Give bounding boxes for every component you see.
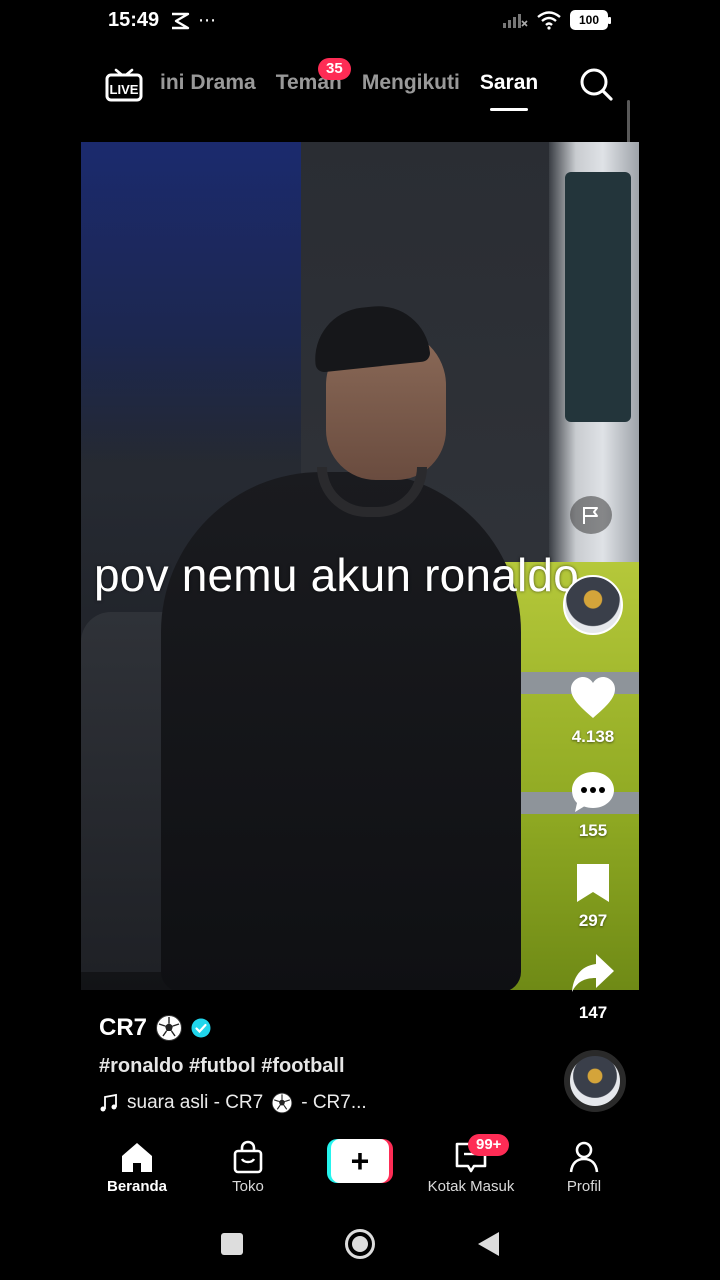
square-icon: [221, 1233, 243, 1255]
like-button[interactable]: 4.138: [560, 676, 626, 747]
teman-badge: 35: [318, 58, 351, 80]
notification-icon: [172, 12, 190, 29]
video-bg-light: [81, 142, 301, 462]
status-time: 15:49: [108, 9, 160, 31]
tab-mengikuti[interactable]: Mengikuti: [362, 71, 460, 95]
nav-home[interactable]: Beranda: [82, 1130, 192, 1195]
status-left-icons: ⋯: [170, 10, 216, 31]
favorite-count: 297: [578, 911, 608, 930]
plus-icon: +: [331, 1139, 389, 1183]
video-overlay-text: pov nemu akun ronaldo: [94, 549, 579, 601]
heart-icon: [571, 677, 615, 718]
author-row: CR7: [99, 1014, 211, 1042]
battery-icon: 100: [570, 10, 611, 30]
nav-inbox-label: Kotak Masuk: [427, 1178, 515, 1195]
profile-icon: [569, 1141, 599, 1173]
circle-home-icon: [345, 1229, 375, 1259]
system-nav-bar: [0, 1210, 720, 1280]
author-name[interactable]: CR7: [99, 1014, 147, 1042]
create-button[interactable]: +: [327, 1139, 393, 1183]
more-notifications-icon: ⋯: [198, 10, 216, 30]
nav-shop[interactable]: Toko: [193, 1130, 303, 1195]
share-button[interactable]: 147: [560, 952, 626, 1023]
status-bar: 15:49 ⋯ 100: [0, 0, 720, 44]
live-label: LIVE: [110, 82, 139, 97]
soccer-ball-icon: [156, 1015, 183, 1041]
live-button[interactable]: LIVE: [104, 64, 144, 104]
comment-count: 155: [578, 821, 608, 840]
recent-apps-button[interactable]: [216, 1228, 248, 1260]
music-title: suara asli - CR7: [127, 1092, 264, 1113]
live-tv-icon: LIVE: [105, 68, 143, 102]
like-count: 4.138: [571, 727, 615, 746]
bus-window: [565, 172, 631, 422]
status-right-icons: 100: [502, 10, 611, 30]
music-artist: - CR7...: [301, 1092, 367, 1113]
home-system-button[interactable]: [344, 1228, 376, 1260]
nav-profile[interactable]: Profil: [529, 1130, 639, 1195]
back-button[interactable]: [472, 1228, 504, 1260]
comment-button[interactable]: 155: [560, 770, 626, 841]
post-hashtags[interactable]: #ronaldo #futbol #football: [99, 1055, 345, 1078]
music-disc[interactable]: [564, 1050, 626, 1112]
signal-icon: [503, 14, 528, 28]
share-arrow-icon: [572, 954, 614, 992]
search-icon: [580, 68, 613, 101]
comment-icon: [572, 772, 614, 812]
back-triangle-icon: [478, 1232, 499, 1256]
tab-saran[interactable]: Saran: [480, 71, 538, 111]
nav-shop-label: Toko: [232, 1178, 264, 1195]
verified-badge-icon: [191, 1018, 211, 1038]
nav-profile-label: Profil: [566, 1178, 602, 1195]
nav-home-label: Beranda: [106, 1178, 168, 1195]
flag-icon: [583, 507, 598, 524]
report-button[interactable]: [570, 496, 612, 534]
inbox-badge: 99+: [468, 1134, 510, 1156]
soccer-ball-icon: [272, 1092, 293, 1114]
share-count: 147: [578, 1003, 608, 1022]
wifi-icon: [537, 11, 561, 30]
search-button[interactable]: [578, 66, 614, 102]
favorite-button[interactable]: 297: [560, 862, 626, 931]
shopping-bag-icon: [233, 1140, 263, 1174]
home-icon: [122, 1143, 152, 1172]
creator-avatar[interactable]: [563, 575, 623, 635]
music-note-icon: [100, 1093, 117, 1112]
tab-drama[interactable]: ini Drama: [160, 71, 256, 95]
feed-tabs: ini Drama Teman Mengikuti Saran: [160, 71, 538, 111]
bookmark-icon: [577, 864, 609, 902]
music-info[interactable]: suara asli - CR7 - CR7...: [99, 1092, 367, 1114]
